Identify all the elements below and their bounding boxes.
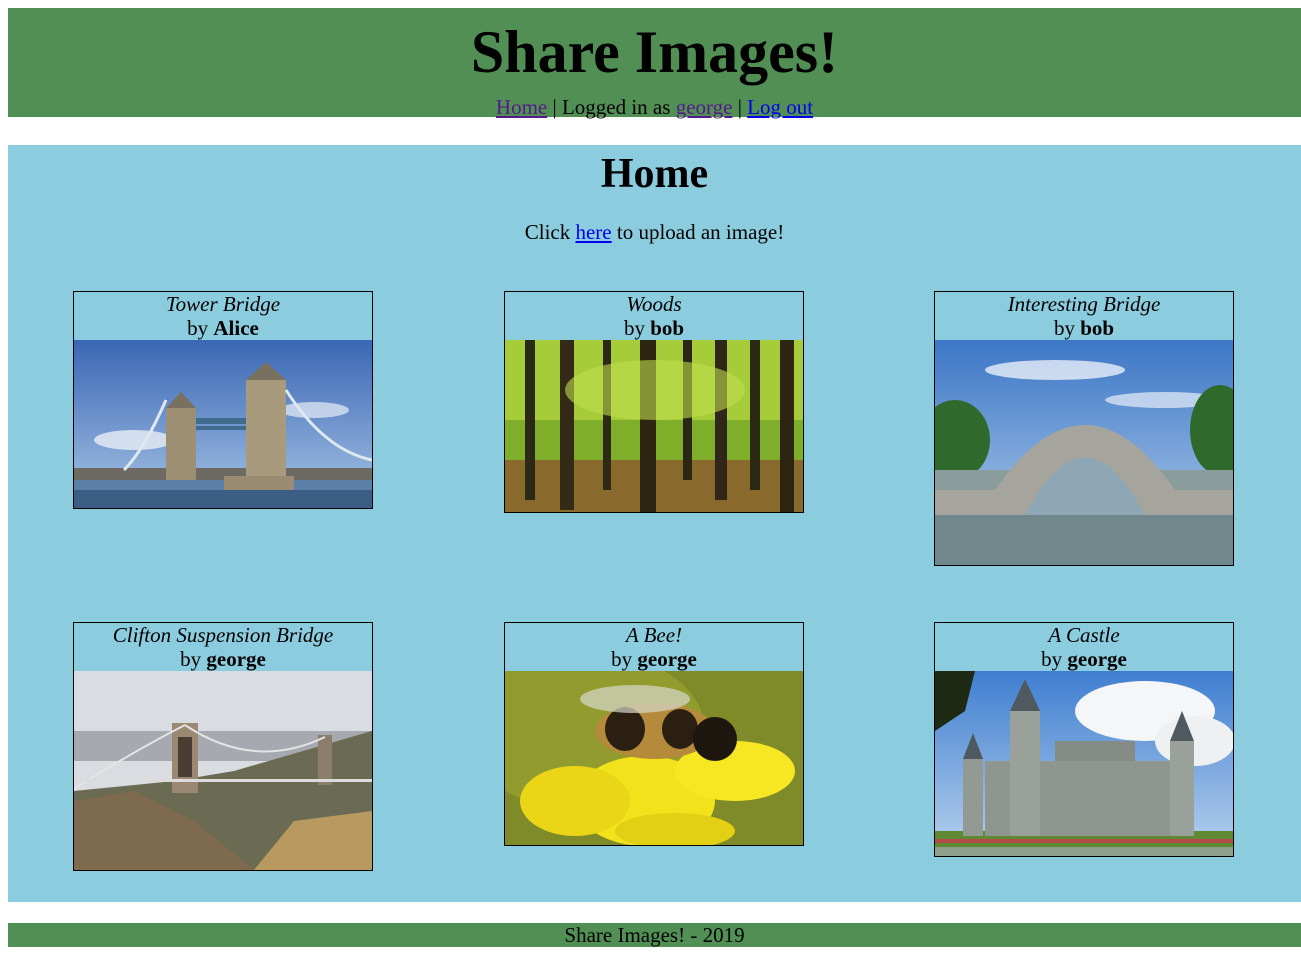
image-author-line: by bob: [935, 316, 1233, 340]
image-title: Woods: [626, 292, 682, 316]
nav-separator: |: [547, 95, 562, 119]
image-author-line: by george: [935, 647, 1233, 671]
home-link[interactable]: Home: [496, 95, 547, 119]
image-thumbnail[interactable]: [505, 671, 803, 845]
upload-prompt: Click here to upload an image!: [8, 219, 1301, 245]
image-author-line: by george: [74, 647, 372, 671]
site-title: Share Images!: [470, 19, 839, 85]
image-thumbnail[interactable]: [74, 340, 372, 508]
image-author-line: by Alice: [74, 316, 372, 340]
by-label: by: [1041, 647, 1068, 671]
user-profile-link[interactable]: george: [676, 95, 733, 119]
image-card[interactable]: A Castle by george: [934, 622, 1234, 857]
image-title: Tower Bridge: [165, 292, 281, 316]
by-label: by: [180, 647, 207, 671]
image-thumbnail[interactable]: [935, 671, 1233, 856]
image-thumbnail[interactable]: [935, 340, 1233, 565]
image-author: george: [206, 647, 266, 671]
image-card[interactable]: Clifton Suspension Bridge by george: [73, 622, 373, 871]
page-title: Home: [600, 151, 709, 197]
image-author: bob: [650, 316, 685, 340]
logged-in-text: Logged in as: [561, 95, 676, 119]
image-title: Interesting Bridge: [1007, 292, 1161, 316]
image-title: A Castle: [1048, 623, 1120, 647]
image-thumbnail[interactable]: [74, 671, 372, 870]
image-author: Alice: [213, 316, 259, 340]
image-card[interactable]: Woods by bob: [504, 291, 804, 513]
image-author: bob: [1080, 316, 1115, 340]
site-footer: Share Images! - 2019: [8, 923, 1301, 947]
main-content: Home Click here to upload an image! Towe…: [8, 145, 1301, 902]
image-title: Clifton Suspension Bridge: [112, 623, 334, 647]
image-card[interactable]: Tower Bridge by Alice: [73, 291, 373, 509]
image-author-line: by george: [505, 647, 803, 671]
image-author-line: by bob: [505, 316, 803, 340]
by-label: by: [623, 316, 651, 340]
image-author: george: [637, 647, 697, 671]
upload-suffix: to upload an image!: [611, 220, 785, 244]
image-title: A Bee!: [625, 623, 683, 647]
upload-prefix: Click: [524, 220, 576, 244]
image-author: george: [1067, 647, 1127, 671]
by-label: by: [187, 316, 214, 340]
nav-separator: |: [732, 95, 748, 119]
nav-bar: Home | Logged in as george | Log out: [8, 94, 1301, 120]
image-card[interactable]: A Bee! by george: [504, 622, 804, 846]
upload-link[interactable]: here: [575, 220, 611, 244]
site-header: Share Images! Home | Logged in as george…: [8, 8, 1301, 120]
image-card[interactable]: Interesting Bridge by bob: [934, 291, 1234, 566]
image-thumbnail[interactable]: [505, 340, 803, 512]
by-label: by: [611, 647, 638, 671]
by-label: by: [1053, 316, 1081, 340]
logout-link[interactable]: Log out: [747, 95, 813, 119]
